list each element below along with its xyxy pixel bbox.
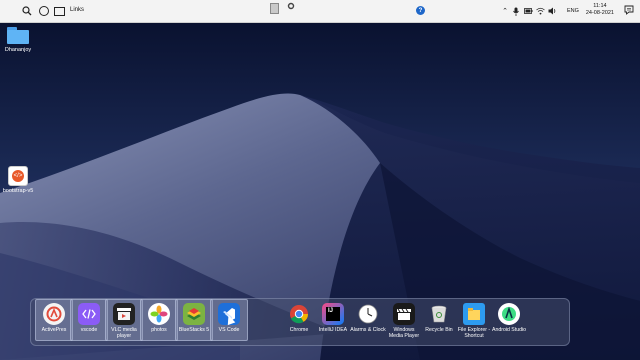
dock-item-label: ActivePres [41, 327, 67, 333]
desktop-icon-bootstrap[interactable]: </> bootstrap-v5 [0, 166, 36, 194]
help-icon[interactable]: ? [416, 6, 425, 15]
wifi-icon[interactable] [535, 5, 545, 17]
volume-icon[interactable] [547, 5, 557, 17]
clock-icon [357, 303, 379, 325]
microphone-icon[interactable] [511, 5, 521, 17]
file-explorer-icon [463, 303, 485, 325]
dock-item-file-explorer[interactable]: File Explorer - Shortcut [456, 300, 492, 342]
windows-start-icon[interactable] [3, 5, 14, 16]
dock-item-alarms[interactable]: Alarms & Clock [350, 300, 386, 342]
dock-item-label: photos [151, 327, 167, 333]
activepresenter-icon [43, 303, 65, 325]
dock-item-label: Windows Media Player [388, 327, 420, 339]
taskbar: Links ? ⌃ ENG 11:14 24-08-2021 [0, 0, 640, 23]
dock-item-label: File Explorer - Shortcut [457, 327, 491, 339]
dock-item-label: VLC media player [111, 327, 137, 339]
dock-item-android-studio[interactable]: Android Studio [491, 300, 527, 342]
android-studio-icon [498, 303, 520, 325]
dock-item-label: VS Code [218, 327, 240, 333]
dock-item-label: IntelliJ IDEA [318, 327, 348, 333]
language-indicator[interactable]: ENG [567, 8, 579, 14]
dock-item-intellij[interactable]: IJ IntelliJ IDEA [315, 300, 351, 342]
notification-icon[interactable] [624, 5, 634, 15]
dock-item-activepresenter[interactable]: ActivePres [35, 299, 73, 341]
desktop-icon-folder[interactable]: Dhananjoy [2, 27, 34, 53]
clock-date: 24-08-2021 [585, 10, 614, 16]
video-editor-icon [113, 303, 135, 325]
links-toolbar-label[interactable]: Links [70, 7, 84, 13]
desktop-icon-label: bootstrap-v5 [2, 188, 34, 194]
code-folder-icon [78, 303, 100, 325]
cortana-icon[interactable] [38, 5, 50, 17]
dock-item-recycle-bin[interactable]: Recycle Bin [421, 300, 457, 342]
bootstrap-icon: </> [8, 166, 28, 186]
battery-icon[interactable] [523, 5, 533, 17]
bluestacks-icon [183, 303, 205, 325]
task-view-icon[interactable] [53, 5, 65, 17]
recycle-bin-icon [428, 303, 450, 325]
chrome-icon [288, 303, 310, 325]
dock-item-bluestacks[interactable]: BlueStacks 5 [175, 299, 213, 341]
dock-item-photos[interactable]: photos [140, 299, 178, 341]
dock-item-label: BlueStacks 5 [178, 327, 210, 333]
settings-gear-icon[interactable] [287, 2, 295, 10]
clock-time: 11:14 [593, 3, 607, 9]
chevron-up-icon[interactable]: ⌃ [500, 5, 510, 17]
dock-item-label: Recycle Bin [425, 327, 453, 333]
photos-icon [148, 303, 170, 325]
dock-item-media-player[interactable]: Windows Media Player [386, 300, 422, 342]
intellij-icon: IJ [322, 303, 344, 325]
dock-item-label: Alarms & Clock [350, 327, 386, 333]
taskbar-clock[interactable]: 11:14 24-08-2021 [586, 3, 614, 17]
dock-item-label: Chrome [289, 327, 309, 333]
folder-icon [7, 27, 29, 44]
dock-item-vscode-folder[interactable]: vscode [70, 299, 108, 341]
dock-item-label: Android Studio [491, 327, 527, 333]
desktop-icon-label: Dhananjoy [4, 47, 32, 53]
dock-item-chrome[interactable]: Chrome [281, 300, 317, 342]
pinned-app-icon[interactable] [270, 3, 279, 14]
dock-item-label: vscode [80, 327, 98, 333]
media-player-icon [393, 303, 415, 325]
dock-item-vlc[interactable]: VLC media player [105, 299, 143, 341]
search-icon[interactable] [21, 5, 33, 17]
